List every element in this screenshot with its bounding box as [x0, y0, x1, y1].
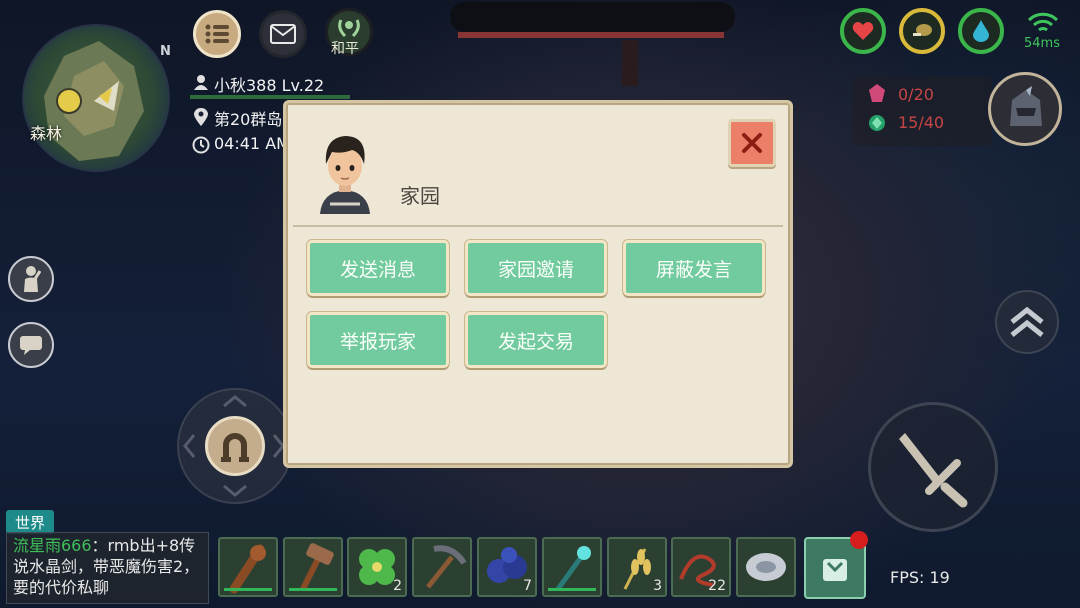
- hotbar-slot-9[interactable]: [736, 537, 796, 597]
- game-time: 04:41 AM: [214, 134, 290, 153]
- close-icon: [742, 133, 762, 153]
- thirst-status: [958, 8, 1004, 54]
- wooden-post: [622, 40, 638, 86]
- sword-icon: [899, 433, 968, 508]
- horseshoe-icon: [221, 433, 249, 462]
- durability-bar: [548, 588, 596, 591]
- backpack-icon: [823, 559, 847, 581]
- experience-bar: [190, 95, 350, 99]
- boss-name-plate: [450, 2, 735, 32]
- chat-message: 流星雨666：rmb出+8传说水晶剑，带恶魔伤害2，要的代价私聊: [13, 535, 202, 598]
- chat-sender[interactable]: 流星雨666: [13, 536, 92, 555]
- hotbar-slot-2[interactable]: [283, 537, 343, 597]
- item-count: 2: [393, 578, 402, 594]
- player-icon: [194, 75, 208, 90]
- chevron-left-icon: [183, 434, 196, 458]
- red-gem-count: 0/20: [898, 85, 934, 104]
- crystal-staff-icon: [555, 546, 591, 591]
- dialog-title: 家园: [400, 184, 440, 208]
- player-avatar: [320, 136, 370, 214]
- start-trade-button[interactable]: 发起交易: [465, 312, 607, 368]
- hotbar-slot-7[interactable]: 3: [607, 537, 667, 597]
- water-drop-icon: [973, 20, 989, 42]
- hotbar-slot-3[interactable]: 2: [347, 537, 407, 597]
- hotbar-slot-4[interactable]: [412, 537, 472, 597]
- fps-counter: FPS: 19: [890, 568, 950, 587]
- hotbar-slot-8[interactable]: 22: [671, 537, 731, 597]
- durability-bar: [224, 588, 272, 591]
- durability-bar: [289, 588, 337, 591]
- stone-hammer-icon: [300, 543, 334, 591]
- send-message-button[interactable]: 发送消息: [307, 240, 449, 296]
- dialog-divider: [293, 225, 783, 227]
- item-count: 3: [653, 578, 662, 594]
- minimap[interactable]: [22, 24, 170, 172]
- double-chevron-up-icon: [1010, 306, 1044, 337]
- minimap-terrain: [44, 41, 144, 161]
- chat-channel-tab[interactable]: 世界: [6, 510, 54, 534]
- hotbar-slot-1[interactable]: [218, 537, 278, 597]
- joystick-knob[interactable]: [205, 416, 265, 476]
- chat-bubble-icon: [20, 336, 42, 355]
- mail-button[interactable]: [259, 10, 307, 58]
- network-ping: 54ms: [1024, 36, 1060, 51]
- item-count: 22: [708, 578, 726, 594]
- envelope-icon: [270, 24, 296, 44]
- list-icon: [205, 24, 229, 44]
- minimap-biome-label: 森林: [30, 124, 63, 143]
- emote-button[interactable]: [8, 256, 54, 302]
- heart-icon: [852, 22, 874, 40]
- item-count: 7: [523, 578, 532, 594]
- compass-north-label: N: [160, 44, 171, 59]
- red-gem-icon: [869, 84, 885, 102]
- report-player-button[interactable]: 举报玩家: [307, 312, 449, 368]
- shield-disc-icon: [746, 553, 786, 581]
- chat-button[interactable]: [8, 322, 54, 368]
- laurel-icon: [338, 19, 360, 38]
- health-status: [840, 8, 886, 54]
- location-pin-icon: [194, 108, 208, 126]
- hotbar-slot-6[interactable]: [542, 537, 602, 597]
- wifi-signal-icon: [1027, 12, 1059, 32]
- helmet-icon: [1010, 86, 1042, 126]
- attack-button[interactable]: [868, 402, 998, 532]
- chevron-down-icon: [223, 484, 247, 497]
- clock-icon: [192, 136, 210, 154]
- pickaxe-icon: [426, 545, 467, 589]
- home-invite-button[interactable]: 家园邀请: [465, 240, 607, 296]
- player-location: 第20群岛: [214, 110, 283, 129]
- waving-person-icon: [24, 266, 41, 292]
- equipped-helmet-slot[interactable]: [988, 72, 1062, 146]
- green-gem-icon: [869, 115, 885, 131]
- chat-message-box[interactable]: 流星雨666：rmb出+8传说水晶剑，带恶魔伤害2，要的代价私聊: [6, 532, 209, 604]
- wooden-club-icon: [229, 544, 266, 594]
- boss-health-bar: [458, 32, 724, 38]
- notification-dot: [850, 531, 868, 549]
- green-gem-count: 15/40: [898, 113, 945, 132]
- block-chat-button[interactable]: 屏蔽发言: [623, 240, 765, 296]
- hunger-status: [899, 8, 945, 54]
- menu-button[interactable]: [193, 10, 241, 58]
- chevron-up-icon: [223, 395, 247, 408]
- hotbar-slot-5[interactable]: 7: [477, 537, 537, 597]
- player-name-level: 小秋388 Lv.22: [214, 76, 325, 95]
- pvp-mode-label: 和平: [331, 41, 359, 57]
- drumstick-icon: [913, 24, 932, 36]
- jump-button[interactable]: [995, 290, 1059, 354]
- close-button[interactable]: [728, 119, 776, 167]
